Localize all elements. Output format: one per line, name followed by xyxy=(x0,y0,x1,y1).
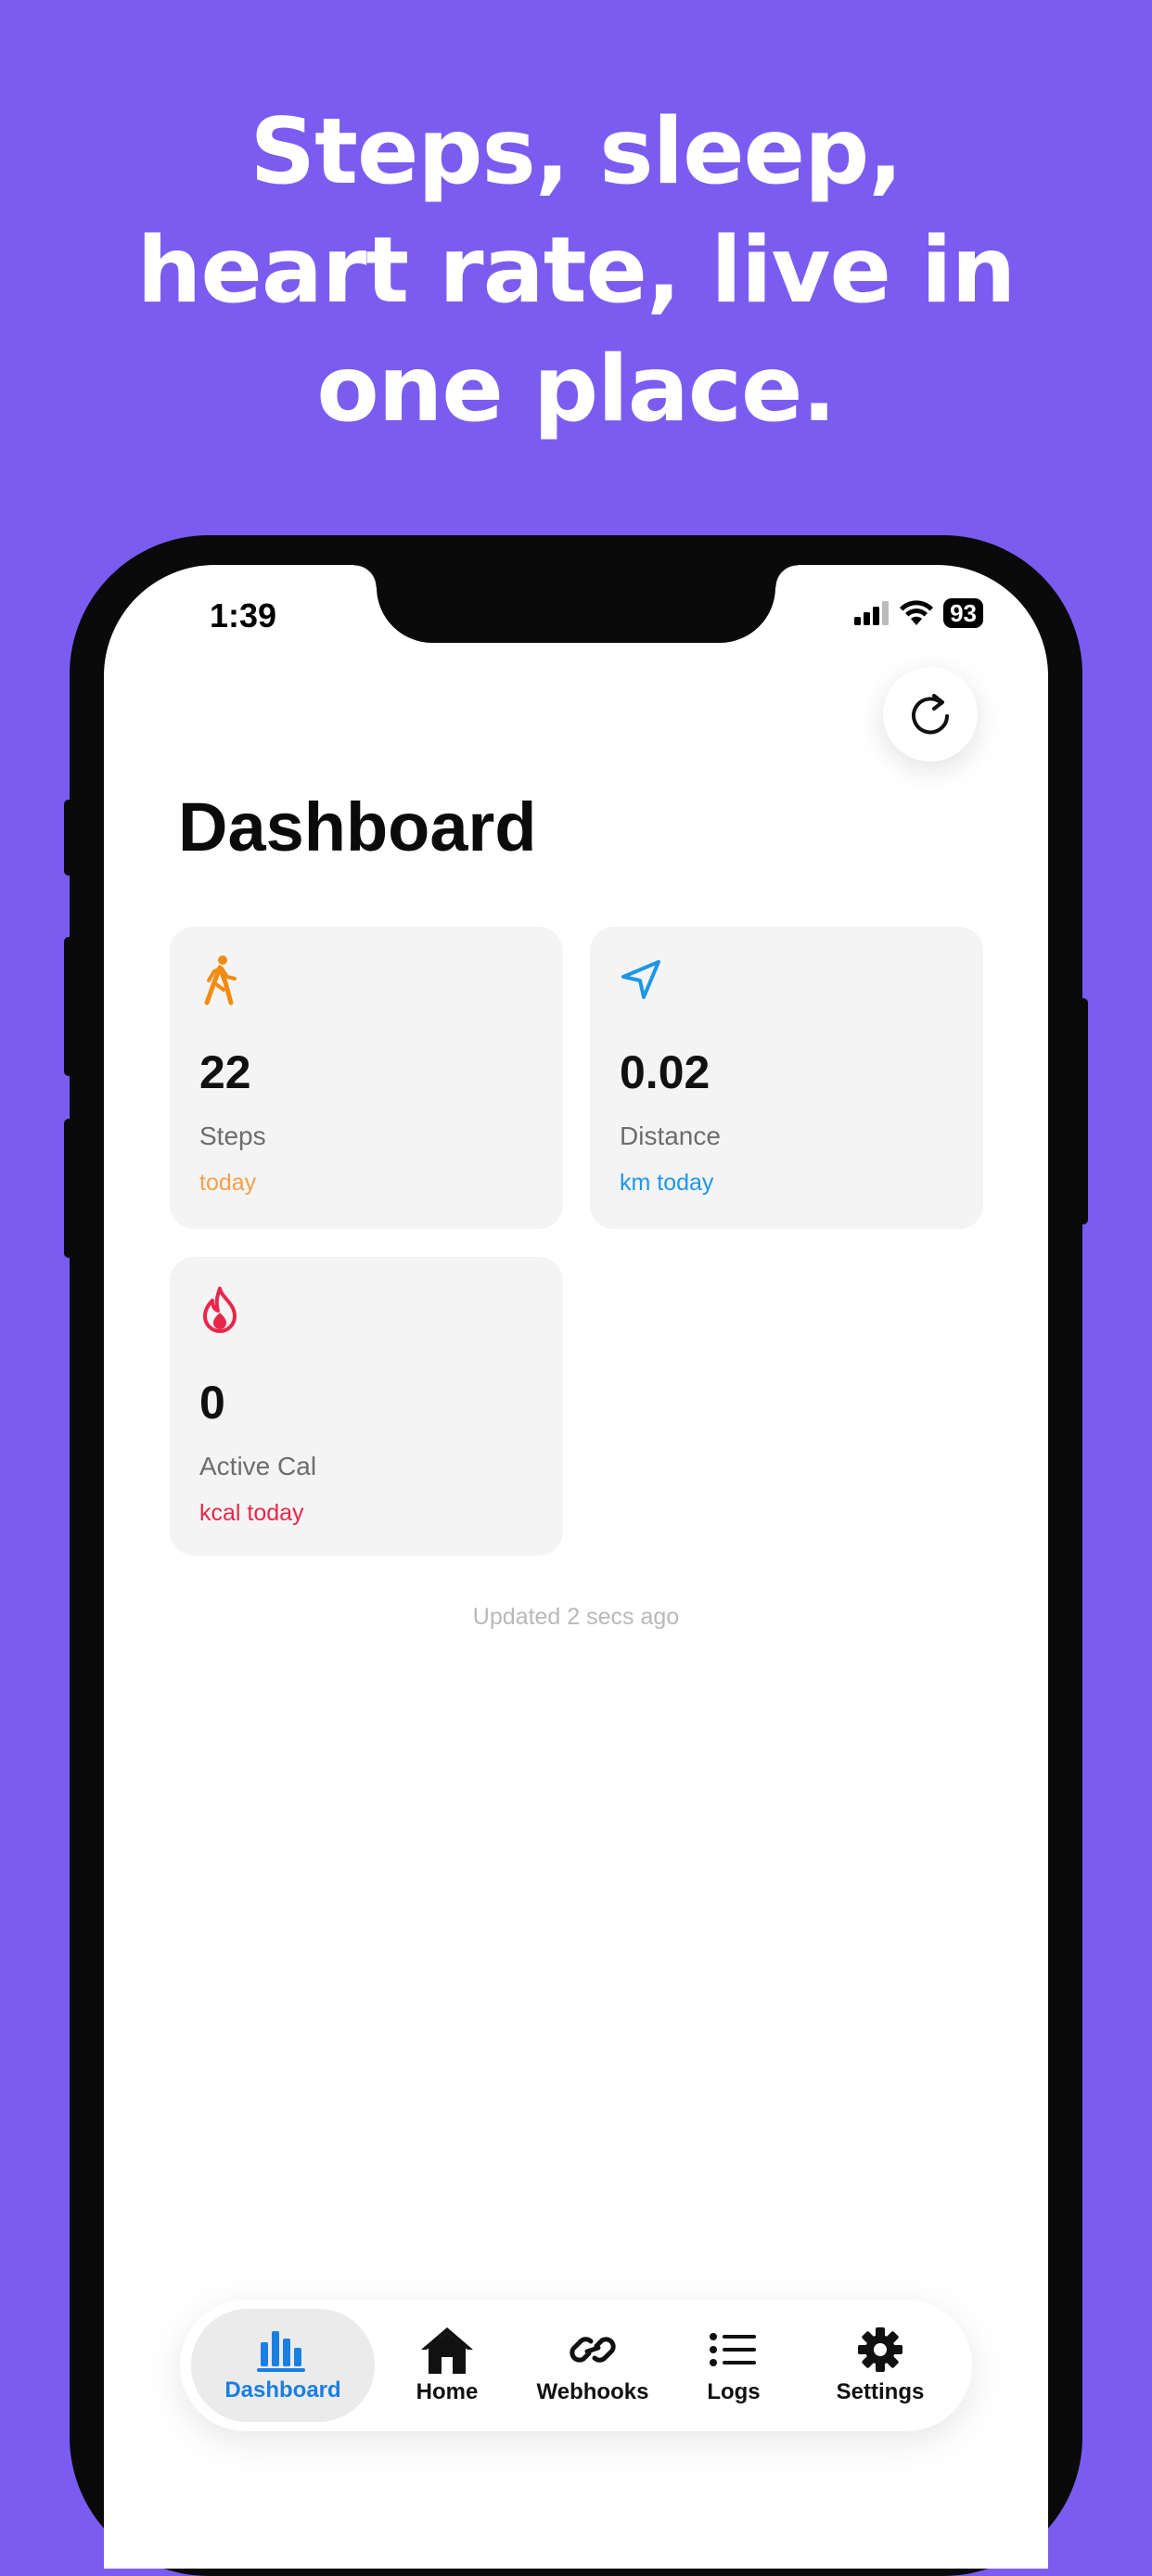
tab-settings[interactable]: Settings xyxy=(801,2300,959,2431)
walking-icon xyxy=(204,955,237,1006)
wifi-icon xyxy=(900,600,934,625)
distance-label: Distance xyxy=(620,1121,721,1150)
active-cal-label: Active Cal xyxy=(199,1452,317,1480)
tab-home-label: Home xyxy=(416,2379,479,2404)
distance-card[interactable]: 0.02 Distance km today xyxy=(590,927,983,1229)
distance-value: 0.02 xyxy=(620,1046,710,1098)
refresh-icon xyxy=(912,694,949,735)
steps-label: Steps xyxy=(199,1121,266,1150)
phone-screen: 1:39 93 Dashboard 22 Steps today 0.02 Di… xyxy=(104,565,1048,2569)
cellular-signal-icon xyxy=(854,601,890,625)
tab-dashboard-label: Dashboard xyxy=(224,2377,341,2403)
list-icon xyxy=(710,2333,756,2366)
steps-value: 22 xyxy=(199,1046,251,1098)
headline-line-1: Steps, sleep, xyxy=(250,99,903,205)
tab-settings-label: Settings xyxy=(836,2379,925,2404)
tab-webhooks-label: Webhooks xyxy=(536,2379,649,2404)
tab-logs-label: Logs xyxy=(707,2379,761,2404)
tab-home[interactable]: Home xyxy=(382,2300,512,2431)
tab-webhooks[interactable]: Webhooks xyxy=(514,2300,672,2431)
tab-logs[interactable]: Logs xyxy=(673,2300,794,2431)
link-icon xyxy=(570,2337,616,2363)
marketing-headline: Steps, sleep, heart rate, live in one pl… xyxy=(0,93,1152,449)
location-arrow-icon xyxy=(621,960,660,999)
flame-icon xyxy=(203,1287,237,1333)
refresh-button[interactable] xyxy=(883,667,978,762)
house-icon xyxy=(421,2327,473,2374)
distance-sub: km today xyxy=(620,1170,714,1196)
steps-card[interactable]: 22 Steps today xyxy=(170,927,563,1229)
steps-sub: today xyxy=(199,1170,257,1196)
status-time: 1:39 xyxy=(210,596,277,634)
headline-line-3: one place. xyxy=(316,337,836,442)
status-icons: 93 xyxy=(854,598,983,628)
phone-notch xyxy=(354,565,798,643)
tab-dashboard[interactable]: Dashboard xyxy=(186,2300,380,2431)
active-cal-value: 0 xyxy=(199,1377,225,1429)
active-cal-sub: kcal today xyxy=(199,1500,304,1526)
battery-indicator: 93 xyxy=(943,598,983,628)
active-cal-card[interactable]: 0 Active Cal kcal today xyxy=(170,1257,563,1556)
chart-bars-icon xyxy=(257,2331,305,2372)
headline-line-2: heart rate, live in xyxy=(136,218,1017,324)
gear-icon xyxy=(858,2327,902,2372)
updated-timestamp: Updated 2 secs ago xyxy=(472,1604,680,1630)
page-title: Dashboard xyxy=(178,788,537,865)
tab-bar: Dashboard Home Webhooks Logs Settings xyxy=(180,2300,972,2431)
